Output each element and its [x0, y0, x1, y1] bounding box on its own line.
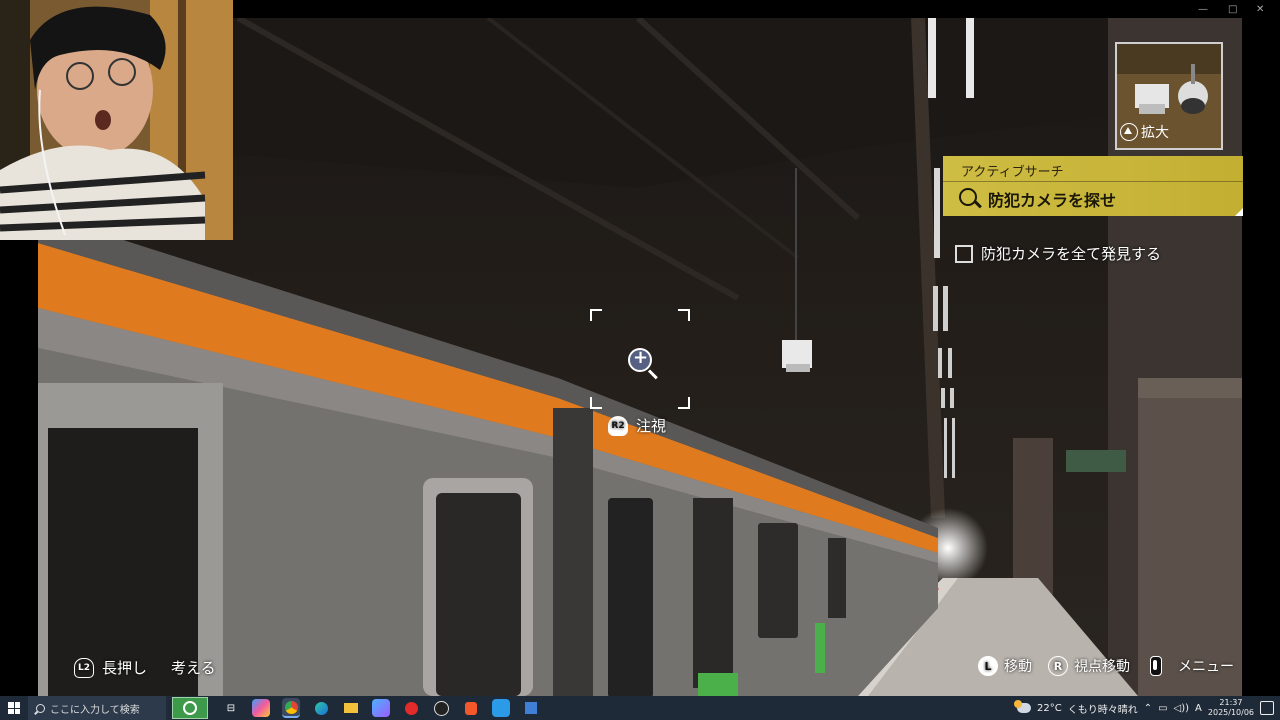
hint-hold-label: 長押し	[102, 659, 148, 677]
chrome-icon[interactable]	[282, 698, 300, 718]
menu-label: メニュー	[1178, 659, 1234, 675]
clock-time: 21:37	[1219, 698, 1243, 707]
weather-temp: 22°C	[1036, 702, 1062, 714]
subtask-label: 防犯カメラを全て発見する	[981, 245, 1162, 263]
ime-indicator[interactable]: A	[1195, 703, 1202, 714]
obs-icon[interactable]	[432, 699, 450, 717]
file-explorer-icon[interactable]	[342, 699, 360, 717]
touchpad-icon	[1150, 656, 1162, 676]
gaze-prompt: R2 注視	[608, 415, 666, 436]
taskbar-apps: ⊟	[222, 698, 540, 718]
webcam-overlay	[0, 0, 233, 240]
l2-button-icon: L2	[74, 657, 94, 678]
window-maximize-button[interactable]: □	[1228, 4, 1237, 15]
start-button[interactable]	[0, 696, 28, 720]
zoom-in-icon[interactable]	[628, 347, 652, 372]
zoom-hint: 拡大	[1120, 122, 1169, 142]
checkbox-icon	[955, 244, 973, 263]
copilot-icon[interactable]	[252, 699, 270, 717]
window-minimize-button[interactable]: —	[1198, 4, 1208, 15]
clock[interactable]: 21:37 2025/10/06	[1208, 698, 1254, 718]
control-hints: L 移動 R 視点移動 メニュー	[978, 656, 1234, 676]
windows-taskbar: ここに入力して検索 ⊟ 22°C くもり時々晴れ ⌃ ▭ ◁)) A 21:37…	[0, 696, 1280, 720]
app-icon-2[interactable]	[492, 699, 510, 717]
app-icon[interactable]	[372, 699, 390, 717]
window-close-button[interactable]: ✕	[1256, 4, 1264, 15]
triangle-button-icon	[1120, 123, 1138, 141]
reticle-corner	[678, 397, 690, 409]
clock-date: 2025/10/06	[1207, 708, 1254, 717]
gaze-label: 注視	[636, 417, 667, 435]
objective-divider	[943, 181, 1243, 182]
edge-icon[interactable]	[312, 699, 330, 717]
search-placeholder: ここに入力して検索	[50, 704, 140, 716]
taskbar-search[interactable]: ここに入力して検索	[28, 696, 166, 720]
streamer-video	[0, 0, 233, 240]
notification-icon[interactable]	[1260, 701, 1274, 715]
objective-header: アクティブサーチ	[961, 165, 1064, 180]
weather-icon	[1013, 700, 1031, 713]
tray-expand-icon[interactable]: ⌃	[1144, 703, 1152, 714]
think-hint: L2 長押し 考える	[74, 657, 216, 678]
app-icon-3[interactable]	[522, 699, 540, 717]
widget-icon[interactable]	[172, 697, 208, 719]
search-icon	[959, 188, 977, 206]
look-label: 視点移動	[1074, 659, 1130, 675]
reticle-corner	[590, 397, 602, 409]
hint-think-label: 考える	[171, 659, 216, 677]
r-stick-icon: R	[1048, 656, 1068, 676]
network-icon[interactable]: ▭	[1158, 703, 1167, 714]
youtube-icon[interactable]	[402, 699, 420, 717]
search-icon	[36, 703, 45, 713]
objective-subtask: 防犯カメラを全て発見する	[955, 243, 1161, 264]
brave-icon[interactable]	[462, 699, 480, 717]
objective-title: 防犯カメラを探せ	[988, 191, 1117, 210]
system-tray: 22°C くもり時々晴れ ⌃ ▭ ◁)) A 21:37 2025/10/06	[1013, 696, 1280, 720]
windows-icon	[8, 702, 20, 714]
weather-text: くもり時々晴れ	[1067, 704, 1138, 716]
reticle-corner	[590, 309, 602, 321]
task-view-icon[interactable]: ⊟	[222, 699, 240, 717]
move-label: 移動	[1004, 659, 1032, 675]
zoom-label: 拡大	[1141, 125, 1169, 141]
speaker-icon[interactable]: ◁))	[1174, 703, 1190, 714]
objective-panel: アクティブサーチ 防犯カメラを探せ	[943, 156, 1243, 216]
l-stick-icon: L	[978, 656, 998, 676]
reticle-corner	[678, 309, 690, 321]
r2-button-icon: R2	[608, 415, 628, 436]
corner-marker	[1235, 208, 1243, 216]
